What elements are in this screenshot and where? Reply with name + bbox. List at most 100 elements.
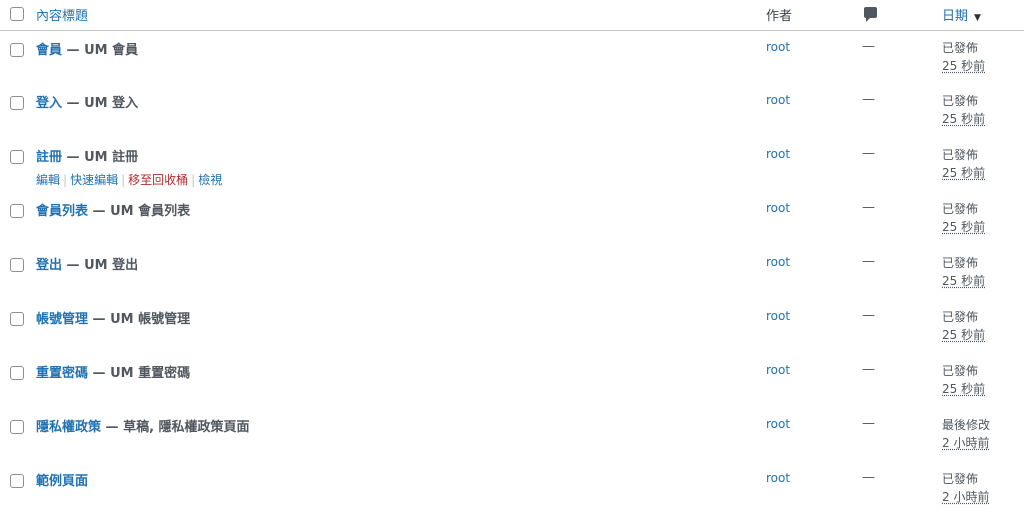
row-checkbox[interactable] [10,204,24,218]
date-cell: 已發佈 25 秒前 [942,246,1024,300]
select-all-checkbox[interactable] [10,6,24,21]
date-cell: 已發佈 25 秒前 [942,138,1024,192]
author-link[interactable]: root [766,255,790,269]
title-cell: 隱私權政策 — 草稿, 隱私權政策頁面 [36,408,766,462]
table-row: 登出 — UM 登出 root — 已發佈 25 秒前 [0,246,1024,300]
author-cell: root [766,462,862,516]
row-checkbox[interactable] [10,366,24,380]
publish-status: 已發佈 [942,94,979,108]
title-cell: 帳號管理 — UM 帳號管理 [36,300,766,354]
row-checkbox[interactable] [10,474,24,488]
author-link[interactable]: root [766,363,790,377]
author-link[interactable]: root [766,93,790,107]
page-title-link[interactable]: 登出 [36,258,62,273]
table-row: 登入 — UM 登入 root — 已發佈 25 秒前 [0,84,1024,138]
page-title-link[interactable]: 會員列表 [36,204,88,219]
trash-link[interactable]: 移至回收桶 [128,173,188,187]
pages-list-table: 內容標題 作者 日期 ▼ 會員 — UM 會員 root — 已發佈 25 秒前 … [0,0,1024,516]
comments-cell: — [862,308,875,323]
comments-cell: — [862,38,875,54]
relative-time: 25 秒前 [942,328,986,342]
pages-list-body: 會員 — UM 會員 root — 已發佈 25 秒前 登入 — UM 登入 r… [0,30,1024,516]
post-state-label: — UM 重置密碼 [88,366,191,381]
publish-status: 已發佈 [942,472,979,486]
publish-status: 已發佈 [942,40,979,55]
row-checkbox[interactable] [10,42,24,57]
relative-time: 25 秒前 [942,274,986,288]
page-title-link[interactable]: 註冊 [36,150,62,165]
author-cell: root [766,138,862,192]
row-checkbox[interactable] [10,150,24,164]
author-link[interactable]: root [766,201,790,215]
row-checkbox[interactable] [10,258,24,272]
relative-time: 25 秒前 [942,58,986,73]
author-link[interactable]: root [766,417,790,431]
author-link[interactable]: root [766,309,790,323]
post-state-label: — UM 登入 [62,96,139,111]
page-title-link[interactable]: 隱私權政策 [36,420,101,435]
post-state-label: — UM 會員 [62,42,139,58]
comments-cell: — [862,362,875,377]
author-cell: root [766,84,862,138]
comments-cell: — [862,254,875,269]
page-title-link[interactable]: 會員 [36,43,62,58]
relative-time: 25 秒前 [942,220,986,234]
sort-by-date-link[interactable]: 日期 [942,9,968,24]
date-cell: 最後修改 2 小時前 [942,408,1024,462]
row-checkbox[interactable] [10,96,24,110]
comments-cell: — [862,470,875,485]
action-separator: | [121,173,126,187]
comment-bubble-icon [864,7,877,23]
title-cell: 重置密碼 — UM 重置密碼 [36,354,766,408]
table-row: 範例頁面 root — 已發佈 2 小時前 [0,462,1024,516]
relative-time: 2 小時前 [942,490,990,504]
author-link[interactable]: root [766,40,790,54]
author-link[interactable]: root [766,471,790,485]
publish-status: 已發佈 [942,364,979,378]
title-column-header: 內容標題 [36,0,766,30]
page-title-link[interactable]: 重置密碼 [36,366,88,381]
publish-status: 最後修改 [942,418,991,432]
comments-cell: — [862,146,875,161]
author-cell: root [766,354,862,408]
row-select-cell [0,408,36,462]
author-cell: root [766,300,862,354]
row-select-cell [0,300,36,354]
post-state-label: — UM 帳號管理 [88,312,191,327]
author-cell: root [766,246,862,300]
date-cell: 已發佈 25 秒前 [942,354,1024,408]
sort-by-title-link[interactable]: 內容標題 [36,9,88,24]
table-row: 重置密碼 — UM 重置密碼 root — 已發佈 25 秒前 [0,354,1024,408]
row-select-cell [0,246,36,300]
date-cell: 已發佈 2 小時前 [942,462,1024,516]
author-link[interactable]: root [766,147,790,161]
action-separator: | [63,173,68,187]
post-state-label: — 草稿, 隱私權政策頁面 [101,420,250,435]
author-cell: root [766,30,862,84]
row-select-cell [0,192,36,246]
table-row: 註冊 — UM 註冊 編輯 | 快速編輯 | 移至回收桶 | 檢視 root — 已發佈 2… [0,138,1024,192]
table-row: 隱私權政策 — 草稿, 隱私權政策頁面 root — 最後修改 2 小時前 [0,408,1024,462]
view-link[interactable]: 檢視 [198,173,222,187]
post-state-label: — UM 登出 [62,258,139,273]
relative-time: 25 秒前 [942,382,986,396]
page-title-link[interactable]: 帳號管理 [36,312,88,327]
page-title-link[interactable]: 範例頁面 [36,474,88,489]
date-cell: 已發佈 25 秒前 [942,192,1024,246]
row-checkbox[interactable] [10,420,24,434]
quick-edit-link[interactable]: 快速編輯 [70,173,118,187]
table-row: 會員列表 — UM 會員列表 root — 已發佈 25 秒前 [0,192,1024,246]
page-title-link[interactable]: 登入 [36,96,62,111]
sort-desc-icon: ▼ [974,13,981,24]
comments-cell: — [862,416,875,431]
action-separator: | [191,173,196,187]
row-select-cell [0,138,36,192]
row-select-cell [0,30,36,84]
title-cell: 登入 — UM 登入 [36,84,766,138]
row-checkbox[interactable] [10,312,24,326]
publish-status: 已發佈 [942,310,979,324]
publish-status: 已發佈 [942,202,979,216]
edit-link[interactable]: 編輯 [36,173,60,187]
date-cell: 已發佈 25 秒前 [942,84,1024,138]
publish-status: 已發佈 [942,148,979,162]
